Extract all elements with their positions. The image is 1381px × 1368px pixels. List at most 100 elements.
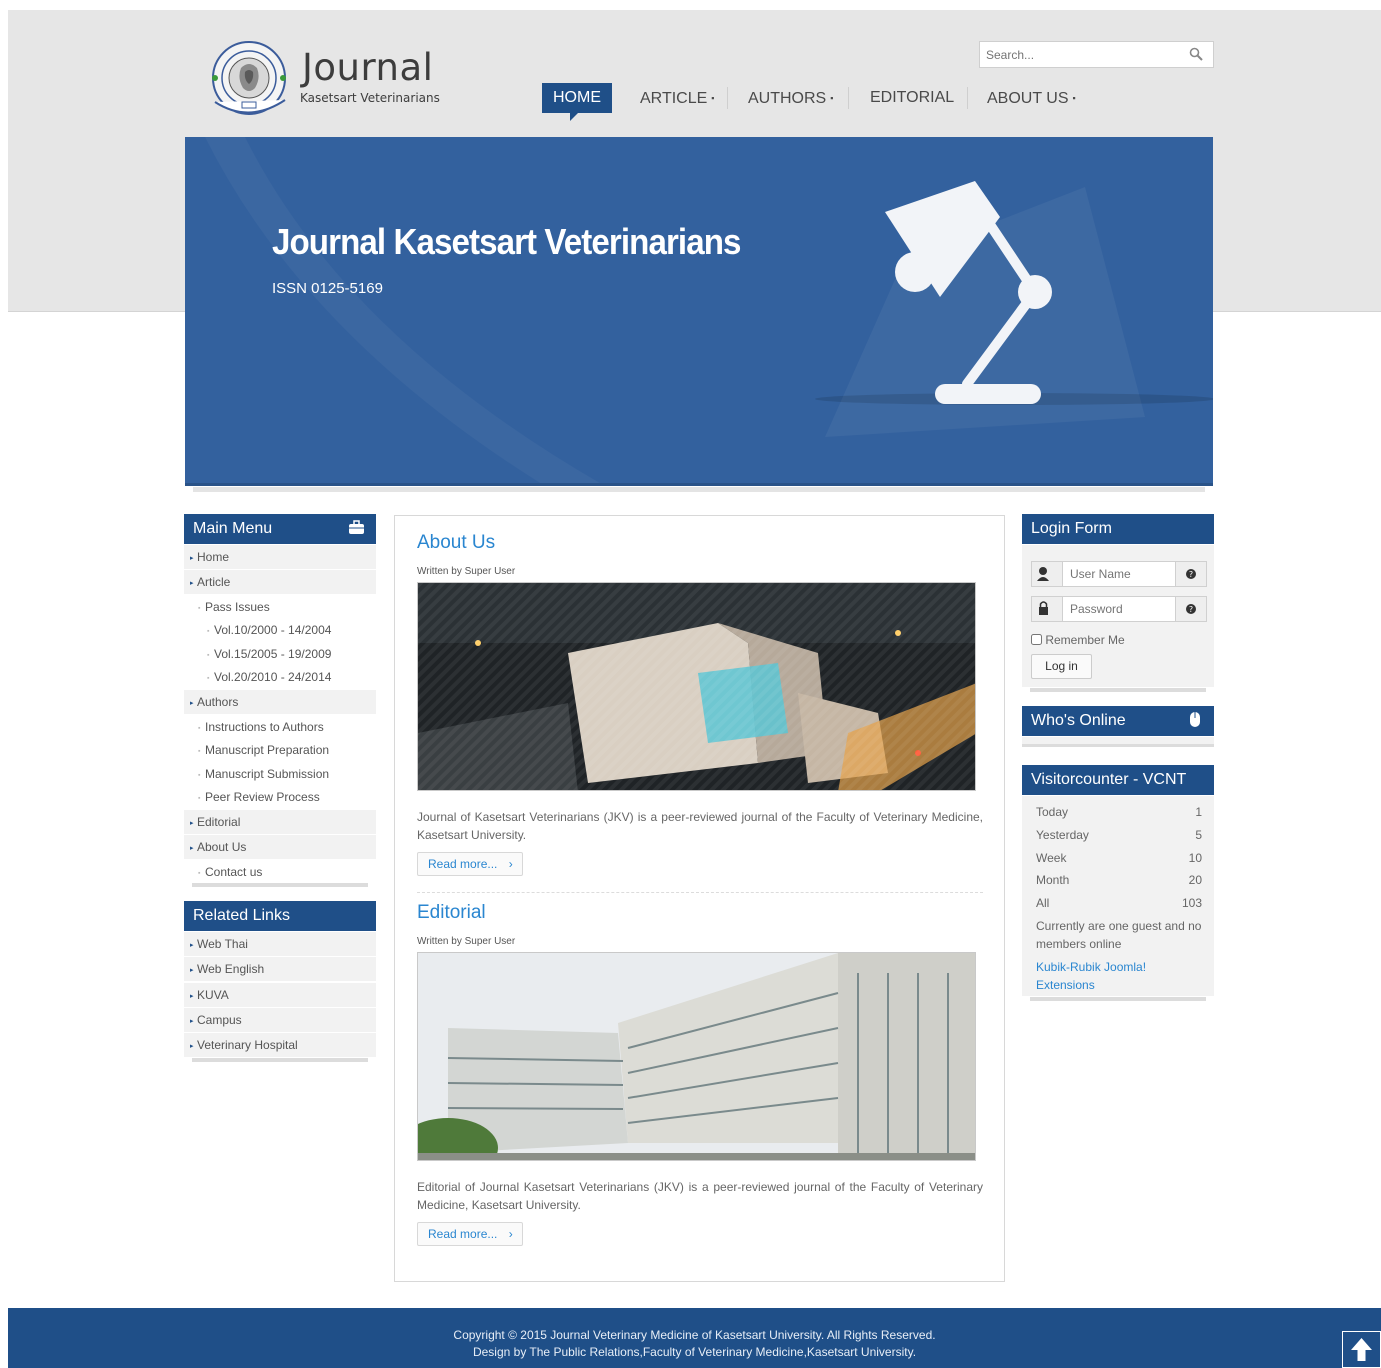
arrow-up-icon	[1351, 1338, 1372, 1361]
sidebar-item-label: Editorial	[197, 815, 241, 829]
sidebar-item[interactable]: ▪ Pass Issues	[184, 595, 270, 619]
visitor-count-label: Week	[1036, 850, 1067, 865]
site-footer: Copyright © 2015 Journal Veterinary Medi…	[8, 1308, 1381, 1368]
dropdown-caret-icon: ▪	[711, 93, 715, 103]
online-status-text: Currently are one guest and no members o…	[1036, 919, 1202, 951]
sidebar-item[interactable]: ▪ Vol.20/2010 - 24/2014	[184, 665, 331, 689]
nav-article[interactable]: ARTICLE ▪	[640, 83, 714, 113]
visitor-count-row: Month 20	[1036, 871, 1202, 889]
dropdown-caret-icon: ▪	[1072, 93, 1076, 103]
sidebar-item-label: Vol.10/2000 - 14/2004	[214, 623, 332, 637]
related-link[interactable]: ▸ Web Thai	[184, 932, 376, 956]
visitor-count-value: 103	[1181, 896, 1202, 911]
nav-editorial[interactable]: EDITORIAL	[870, 83, 954, 113]
read-more-label: Read more...	[428, 1227, 498, 1241]
visitor-count-row: All 103	[1036, 894, 1202, 912]
article-image[interactable]	[417, 952, 976, 1161]
visitor-count-label: Today	[1036, 805, 1069, 819]
read-more-button[interactable]: Read more... ›	[417, 1222, 523, 1246]
sidebar-item[interactable]: ▸ Home	[184, 545, 376, 569]
banner-shadow	[193, 487, 1205, 492]
bullet-icon: ▪	[207, 675, 210, 682]
related-link[interactable]: ▸ Veterinary Hospital	[184, 1033, 376, 1058]
main-menu-title: Main Menu	[193, 520, 273, 537]
nav-home[interactable]: HOME	[542, 83, 612, 121]
site-logo[interactable]: Journal Kasetsart Veterinarians	[205, 38, 445, 124]
bullet-icon: ▪	[198, 772, 201, 779]
sidebar-item-label: Contact us	[205, 865, 263, 879]
bullet-icon: ▪	[198, 795, 201, 802]
sidebar-item-label: Manuscript Submission	[205, 767, 330, 781]
university-seal-icon	[212, 41, 286, 115]
help-icon[interactable]: ?	[1175, 562, 1206, 586]
bullet-icon: ▸	[190, 1043, 194, 1051]
visitor-count-row: Week 10	[1036, 849, 1202, 867]
nav-authors-label: AUTHORS	[748, 90, 827, 107]
username-input[interactable]	[1064, 562, 1174, 586]
kubik-rubik-link[interactable]: Kubik-Rubik Joomla! Extensions	[1036, 958, 1202, 994]
remember-me-checkbox[interactable]	[1031, 634, 1042, 645]
back-to-top-button[interactable]	[1342, 1331, 1381, 1368]
read-more-button[interactable]: Read more... ›	[417, 852, 523, 876]
search-input[interactable]	[980, 42, 1180, 67]
module-footer	[1030, 997, 1206, 1001]
article-text: Editorial of Journal Kasetsart Veterinar…	[417, 1180, 983, 1212]
lock-icon	[1032, 597, 1063, 621]
sidebar-item-label: Manuscript Preparation	[205, 743, 330, 757]
related-link[interactable]: ▸ KUVA	[184, 982, 376, 1007]
username-field: ?	[1031, 561, 1207, 587]
sidebar-item[interactable]: ▪ Instructions to Authors	[184, 715, 324, 739]
password-input[interactable]	[1064, 597, 1174, 621]
search-icon[interactable]	[1189, 47, 1203, 61]
article-image[interactable]	[417, 582, 976, 791]
related-link-label: Web English	[197, 962, 265, 977]
article-title[interactable]: About Us	[417, 532, 495, 554]
nav-article-label: ARTICLE	[640, 90, 708, 107]
nav-divider	[848, 87, 849, 109]
login-button[interactable]: Log in	[1031, 654, 1092, 679]
nav-about[interactable]: ABOUT US ▪	[987, 83, 1076, 113]
sidebar-item-label: Article	[197, 575, 231, 589]
sidebar-item[interactable]: ▸ Editorial	[184, 810, 376, 834]
nav-divider	[967, 87, 968, 109]
footer-copyright: Copyright © 2015 Journal Veterinary Medi…	[453, 1328, 936, 1342]
help-icon[interactable]: ?	[1175, 597, 1206, 621]
sidebar-item[interactable]: ▸ About Us	[184, 835, 376, 859]
sidebar-item[interactable]: ▪ Contact us	[184, 860, 262, 884]
nav-about-label: ABOUT US	[987, 90, 1069, 107]
visitor-count-row: Today 1	[1036, 803, 1202, 821]
sidebar-item[interactable]: ▪ Manuscript Preparation	[184, 738, 329, 762]
desk-lamp-icon	[885, 181, 1052, 404]
related-link-label: KUVA	[197, 987, 229, 1002]
hero-banner: Journal Kasetsart Veterinarians ISSN 012…	[185, 137, 1213, 486]
sidebar-item[interactable]: ▪ Manuscript Submission	[184, 762, 329, 786]
nav-authors[interactable]: AUTHORS ▪	[748, 83, 833, 113]
chevron-right-icon: ›	[508, 857, 513, 871]
sidebar-item-label: Authors	[197, 695, 239, 709]
login-form-header: Login Form	[1022, 514, 1214, 544]
sidebar-item[interactable]: ▸ Article	[184, 570, 376, 594]
main-menu-header: Main Menu	[184, 514, 376, 544]
sidebar-item[interactable]: ▸ Authors	[184, 690, 376, 714]
mouse-icon	[1190, 712, 1200, 727]
module-footer	[192, 883, 368, 887]
sidebar-item-label: Vol.15/2005 - 19/2009	[214, 647, 332, 661]
related-link-label: Web Thai	[197, 937, 248, 951]
whos-online-body	[1022, 737, 1214, 747]
visitor-count-value: 1	[1195, 805, 1202, 819]
bullet-icon: ▸	[190, 820, 194, 827]
related-link[interactable]: ▸ Web English	[184, 957, 376, 982]
main-content: About Us Written by Super User Journal o…	[394, 515, 1005, 1282]
visitor-counter-title: Visitorcounter - VCNT	[1031, 771, 1187, 788]
sidebar-item-label: Pass Issues	[205, 600, 270, 614]
related-link-label: Veterinary Hospital	[197, 1038, 298, 1053]
article-title[interactable]: Editorial	[417, 902, 486, 924]
bullet-icon: ▪	[207, 628, 210, 635]
logo-subtitle: Kasetsart Veterinarians	[300, 91, 440, 105]
sidebar-item[interactable]: ▪ Vol.10/2000 - 14/2004	[184, 618, 331, 642]
related-link[interactable]: ▸ Campus	[184, 1007, 376, 1032]
visitor-counter-header: Visitorcounter - VCNT	[1022, 765, 1214, 795]
article-text: Journal of Kasetsart Veterinarians (JKV)…	[417, 810, 983, 842]
sidebar-item[interactable]: ▪ Vol.15/2005 - 19/2009	[184, 642, 331, 666]
sidebar-item[interactable]: ▪ Peer Review Process	[184, 785, 320, 809]
